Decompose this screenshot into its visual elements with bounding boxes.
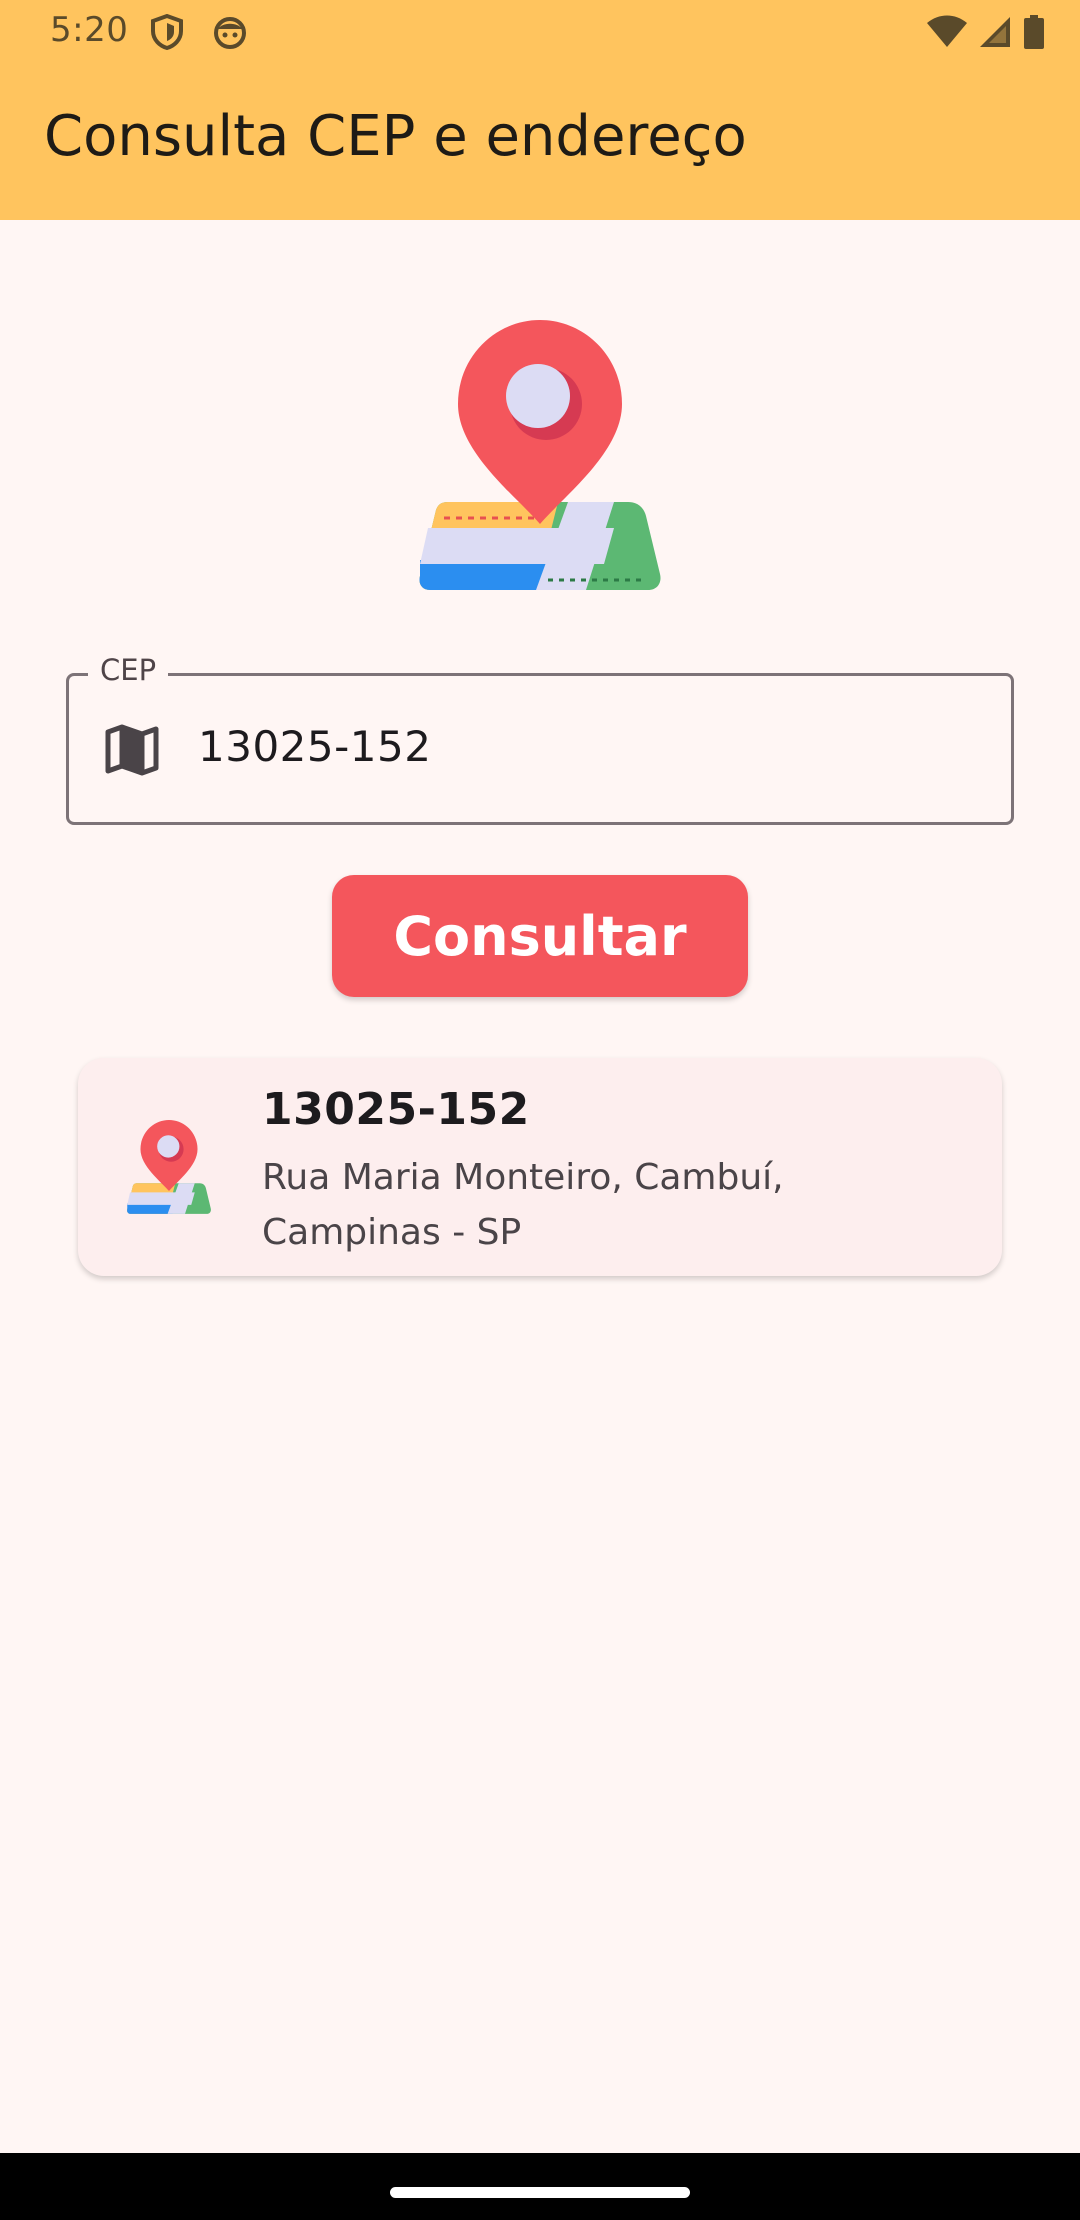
- cep-field-label: CEP: [88, 653, 169, 687]
- battery-icon: [1022, 14, 1046, 54]
- map-icon: [104, 724, 160, 776]
- android-face-icon: [212, 14, 248, 54]
- status-time: 5:20: [50, 10, 129, 50]
- result-cep: 13025-152: [262, 1084, 530, 1135]
- page-title: Consulta CEP e endereço: [44, 104, 747, 169]
- shield-icon: [150, 13, 184, 54]
- cell-signal-icon: [978, 15, 1012, 53]
- consultar-button[interactable]: Consultar: [332, 875, 748, 997]
- wifi-icon: [926, 15, 968, 53]
- result-map-pin-icon: [126, 1120, 212, 1216]
- cep-input-value[interactable]: 13025-152: [198, 722, 431, 771]
- app-bar: 5:20 Consulta CEP e endereço: [0, 0, 1080, 220]
- result-address: Rua Maria Monteiro, Cambuí, Campinas - S…: [262, 1157, 784, 1253]
- map-pin-illustration-icon: [418, 320, 662, 596]
- status-bar: 5:20: [0, 0, 1080, 66]
- home-gesture-handle[interactable]: [390, 2187, 690, 2198]
